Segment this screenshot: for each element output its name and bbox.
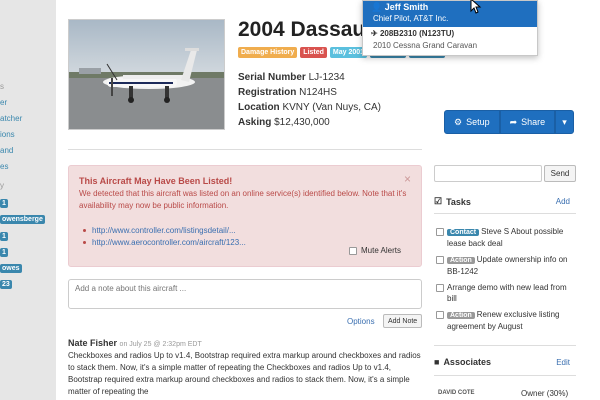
task-checkbox[interactable] [436,284,444,292]
location-label: Location [238,102,280,113]
listing-alert: This Aircraft May Have Been Listed! × We… [68,165,422,267]
share-button[interactable]: ➦ Share [499,110,556,134]
sidebar-label: s [0,82,4,91]
task-type-badge: Action [447,257,475,264]
task-text: Arrange demo with new lead from bill [447,283,567,303]
setup-label: Setup [466,117,490,127]
task-item: Arrange demo with new lead from bill [436,282,576,304]
task-checkbox[interactable] [436,228,444,236]
edit-associates-link[interactable]: Edit [556,358,570,367]
task-type-badge: Contact [447,229,480,236]
task-item: Contact Steve S About possible lease back… [436,226,576,249]
left-sidebar: s er atcher ions and es y 1 owensberge 1… [0,0,45,400]
dropdown-item-detail: 2010 Cessna Grand Caravan [373,41,478,50]
serial-label: Serial Number [238,72,306,83]
task-item: Action Renew exclusive listing agreement … [436,309,576,332]
post-meta: on July 25 @ 2:32pm EDT [119,341,202,348]
post-header: Nate Fisher on July 25 @ 2:32pm EDT [68,338,202,348]
task-checkbox[interactable] [436,311,444,319]
mute-alerts-label: Mute Alerts [360,246,401,255]
dropdown-item-detail: Chief Pilot, AT&T Inc. [373,14,449,23]
caret-down-icon: ▾ [562,116,567,127]
search-dropdown: 👤 Jeff Smith Chief Pilot, AT&T Inc. ✈ 20… [362,0,538,56]
mute-alerts[interactable]: Mute Alerts [348,246,401,255]
page-title: 2004 Dassaul [238,18,372,41]
task-checkbox[interactable] [436,256,444,264]
user-icon: ■ [434,357,440,367]
asking-price: Asking $12,430,000 [238,117,330,128]
sidebar-link[interactable]: atcher [0,114,22,123]
setup-button[interactable]: ⚙ Setup [444,110,500,134]
associate-role: Owner (30%) [521,389,569,398]
post-author[interactable]: Nate Fisher [68,338,117,348]
divider [68,149,422,150]
dropdown-item-title: 208B2310 (N123TU) [379,29,455,38]
task-text: Action Renew exclusive listing agreement … [447,309,576,332]
serial-number: Serial Number LJ-1234 [238,72,345,83]
divider [434,345,576,346]
share-label: Share [521,117,546,127]
task-text: Contact Steve S About possible lease back… [447,226,576,249]
add-task-link[interactable]: Add [556,197,570,206]
message-input[interactable] [434,165,542,182]
divider [434,213,576,214]
task-item: Action Update ownership info on BB-1242 [436,254,576,277]
tag-damage-history[interactable]: Damage History [238,47,298,58]
mute-alerts-checkbox[interactable] [348,246,357,255]
alert-link[interactable]: http://www.controller.com/listingsdetail… [83,224,246,236]
alert-body: We detected that this aircraft was liste… [79,189,407,210]
task-type-badge: Action [447,312,475,319]
location-value: KVNY (Van Nuys, CA) [282,102,382,113]
sidebar-link[interactable]: ions [0,130,15,139]
alert-link-list: http://www.controller.com/listingsdetail… [83,224,246,248]
dropdown-item-title: Jeff Smith [384,2,429,12]
options-link[interactable]: Options [347,317,375,326]
dropdown-item-selected[interactable]: 👤 Jeff Smith Chief Pilot, AT&T Inc. [363,1,537,27]
sidebar-link[interactable]: er [0,98,7,107]
sidebar-link[interactable]: and [0,146,13,155]
sidebar-badge[interactable]: 1 [0,199,8,208]
task-text: Action Update ownership info on BB-1242 [447,254,576,277]
alert-title: This Aircraft May Have Been Listed! [79,176,233,186]
close-icon[interactable]: × [404,172,411,186]
sidebar-link[interactable]: es [0,162,8,171]
sidebar-badge[interactable]: 1 [0,248,8,257]
registration-label: Registration [238,87,297,98]
associate-name[interactable]: DAVID COTE [438,390,475,396]
check-square-icon: ☑ [434,196,443,206]
add-note-button[interactable]: Add Note [383,314,423,328]
gear-icon: ⚙ [454,116,463,127]
dropdown-item-name: ✈ 208B2310 (N123TU) [371,29,454,38]
send-button[interactable]: Send [544,165,576,182]
dropdown-item-name: 👤 Jeff Smith [371,2,428,13]
share-icon: ➦ [509,116,518,127]
aircraft-photo [68,19,225,130]
action-button-group: ⚙ Setup ➦ Share ▾ [444,110,574,134]
post-body: Checkboxes and radios Up to v1.4, Bootst… [68,351,421,396]
associates-header: ■ Associates Edit [434,357,576,367]
sidebar-badge[interactable]: owensberge [0,215,45,224]
tag-listed[interactable]: Listed [300,47,327,58]
sidebar-label: y [0,181,4,190]
more-actions-button[interactable]: ▾ [555,110,574,134]
sidebar-badge[interactable]: 1 [0,232,8,241]
plane-icon: ✈ [371,29,380,38]
associates-title: Associates [443,357,491,367]
location: Location KVNY (Van Nuys, CA) [238,102,381,113]
asking-label: Asking [238,117,272,128]
user-icon: 👤 [371,2,385,12]
mouse-cursor-icon [470,0,482,14]
registration-value: N124HS [299,87,337,98]
sidebar-badge[interactable]: 23 [0,280,12,289]
serial-value: LJ-1234 [308,72,345,83]
tasks-header: ☑ Tasks Add [434,196,576,207]
divider [434,375,576,376]
asking-value: $12,430,000 [274,117,330,128]
sidebar-badge[interactable]: owes [0,264,22,273]
alert-link[interactable]: http://www.aerocontroller.com/aircraft/1… [83,236,246,248]
note-input[interactable] [68,279,422,309]
tasks-title: Tasks [446,196,471,207]
registration: Registration N124HS [238,87,337,98]
